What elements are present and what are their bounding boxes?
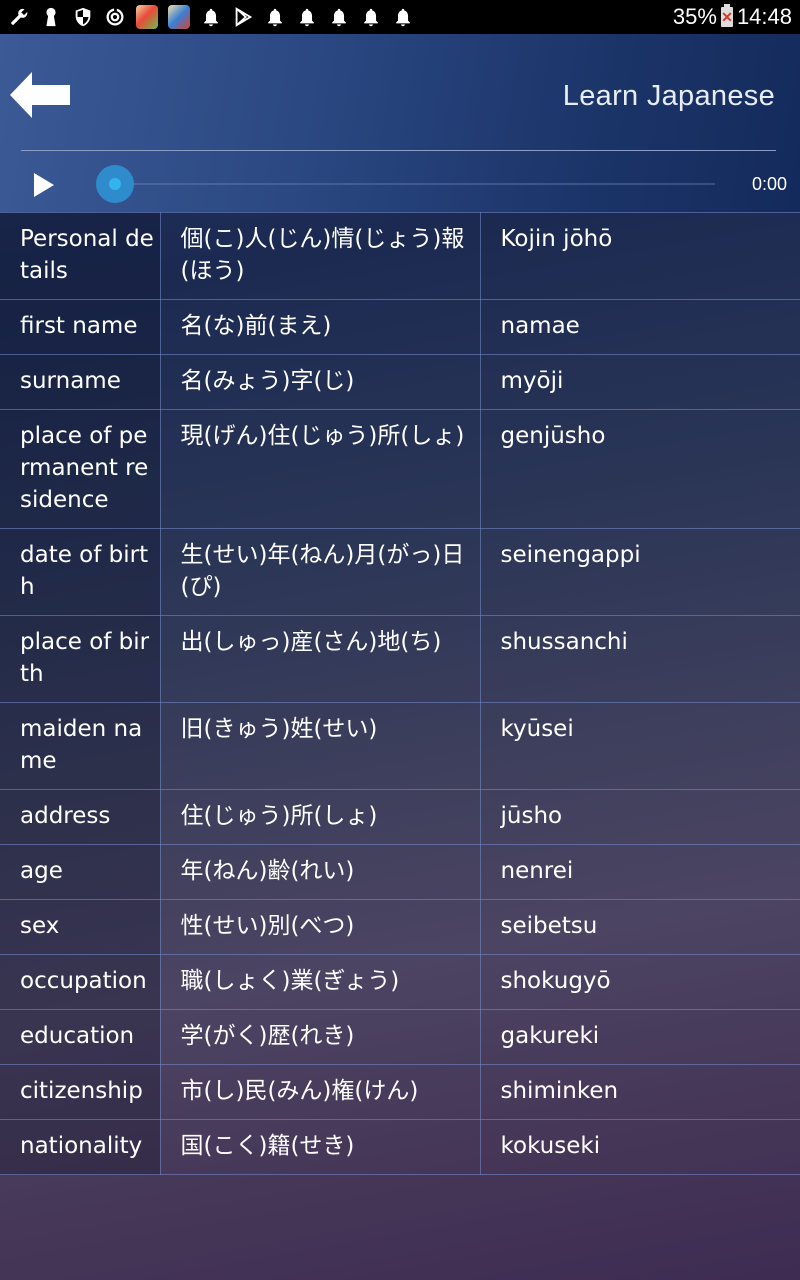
bell-icon [200,6,222,28]
japanese-cell: 生(せい)年(ねん)月(がっ)日(ぴ) [159,528,481,616]
japanese-cell: 現(げん)住(じゅう)所(しょ) [159,409,481,529]
romaji-cell: shussanchi [479,615,800,703]
romaji-cell: Kojin jōhō [479,212,800,300]
romaji-cell: gakureki [479,1009,800,1065]
bell-icon [296,6,318,28]
romaji-cell: myōji [479,354,800,410]
keyhole-icon [40,6,62,28]
japanese-cell: 性(せい)別(べつ) [159,899,481,955]
table-row[interactable]: place of permanent residence 現(げん)住(じゅう)所… [0,409,800,529]
romaji-cell: genjūsho [479,409,800,529]
header-divider [21,150,776,151]
english-cell: education [0,1009,161,1065]
romaji-cell: kyūsei [479,702,800,790]
notification-icons [8,5,414,29]
playback-time: 0:00 [751,174,787,194]
wrench-icon [8,6,30,28]
romaji-cell: shiminken [479,1064,800,1120]
japanese-cell: 年(ねん)齢(れい) [159,844,481,900]
romaji-cell: jūsho [479,789,800,845]
bell-icon [392,6,414,28]
shield-icon [72,6,94,28]
table-row[interactable]: date of birth 生(せい)年(ねん)月(がっ)日(ぴ) seinenga… [0,528,800,616]
arrow-left-icon [10,72,70,118]
japanese-cell: 住(じゅう)所(しょ) [159,789,481,845]
bell-icon [328,6,350,28]
english-cell: nationality [0,1119,161,1175]
table-row[interactable]: surname 名(みょう)字(じ) myōji [0,354,800,410]
japanese-cell: 市(し)民(みん)権(けん) [159,1064,481,1120]
english-cell: occupation [0,954,161,1010]
bell-icon [264,6,286,28]
japanese-cell: 個(こ)人(じん)情(じょう)報(ほう) [159,212,481,300]
japanese-cell: 旧(きゅう)姓(せい) [159,702,481,790]
english-cell: date of birth [0,528,161,616]
app-screen: Learn Japanese 0:00 Personal details 個(こ)… [0,34,800,1280]
japanese-cell: 学(がく)歴(れき) [159,1009,481,1065]
english-cell: place of permanent residence [0,409,161,529]
romaji-cell: seinengappi [479,528,800,616]
english-cell: Personal details [0,212,161,300]
table-row[interactable]: maiden name 旧(きゅう)姓(せい) kyūsei [0,702,800,790]
play-button[interactable] [32,172,56,198]
status-right: 35% ✕ 14:48 [673,4,792,30]
table-row[interactable]: first name 名(な)前(まえ) namae [0,299,800,355]
english-cell: address [0,789,161,845]
table-row[interactable]: occupation 職(しょく)業(ぎょう) shokugyō [0,954,800,1010]
romaji-cell: nenrei [479,844,800,900]
audio-player: 0:00 [0,160,800,208]
romaji-cell: seibetsu [479,899,800,955]
header: Learn Japanese 0:00 [0,34,800,212]
english-cell: surname [0,354,161,410]
battery-percent: 35% [672,4,717,29]
romaji-cell: namae [479,299,800,355]
table-row[interactable]: address 住(じゅう)所(しょ) jūsho [0,789,800,845]
play-icon [34,173,54,197]
japanese-cell: 職(しょく)業(ぎょう) [159,954,481,1010]
game-app-icon-2 [168,5,190,29]
table-row[interactable]: citizenship 市(し)民(みん)権(けん) shiminken [0,1064,800,1120]
battery-icon: ✕ [720,4,733,27]
japanese-cell: 名(な)前(まえ) [159,299,481,355]
english-cell: place of birth [0,615,161,703]
game-app-icon-1 [136,5,158,29]
seek-thumb[interactable] [96,165,134,203]
status-bar: 35% ✕ 14:48 [0,0,800,34]
bell-icon [360,6,382,28]
romaji-cell: kokuseki [479,1119,800,1175]
seek-bar[interactable] [115,183,715,185]
vocabulary-table: Personal details 個(こ)人(じん)情(じょう)報(ほう) Koji… [0,212,800,1175]
romaji-cell: shokugyō [479,954,800,1010]
table-row[interactable]: education 学(がく)歴(れき) gakureki [0,1009,800,1065]
table-row[interactable]: sex 性(せい)別(べつ) seibetsu [0,899,800,955]
table-row[interactable]: place of birth 出(しゅっ)産(さん)地(ち) shussanchi [0,615,800,703]
english-cell: first name [0,299,161,355]
table-row[interactable]: nationality 国(こく)籍(せき) kokuseki [0,1119,800,1175]
clock: 14:48 [736,4,792,29]
english-cell: citizenship [0,1064,161,1120]
sync-icon [104,6,126,28]
back-button[interactable] [10,72,72,118]
japanese-cell: 出(しゅっ)産(さん)地(ち) [159,615,481,703]
japanese-cell: 国(こく)籍(せき) [159,1119,481,1175]
japanese-cell: 名(みょう)字(じ) [159,354,481,410]
english-cell: sex [0,899,161,955]
table-row[interactable]: age 年(ねん)齢(れい) nenrei [0,844,800,900]
english-cell: age [0,844,161,900]
table-row[interactable]: Personal details 個(こ)人(じん)情(じょう)報(ほう) Koji… [0,212,800,300]
play-store-icon [232,6,254,28]
page-title: Learn Japanese [562,80,775,112]
english-cell: maiden name [0,702,161,790]
